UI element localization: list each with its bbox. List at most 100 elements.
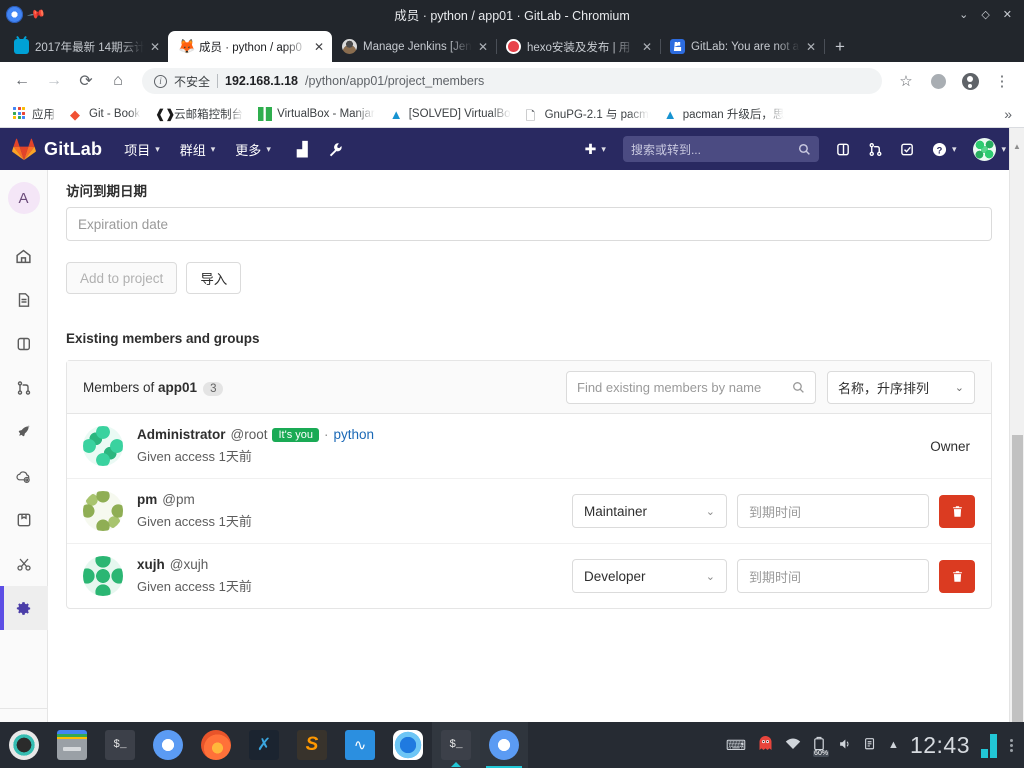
sidebar-item-cicd[interactable] [0, 410, 48, 454]
find-members-input[interactable]: Find existing members by name [566, 370, 816, 404]
extension-icon[interactable] [924, 67, 952, 95]
member-expiration-input[interactable]: 到期时间 [737, 494, 929, 528]
home-button[interactable]: ⌂ [104, 67, 132, 95]
forward-button[interactable]: → [40, 67, 68, 95]
site-info-icon[interactable]: i [154, 74, 167, 88]
clipboard-icon[interactable] [863, 736, 877, 754]
bookmark-solved-virtualbox[interactable]: ▲ [SOLVED] VirtualBo [384, 104, 517, 124]
import-button[interactable]: 导入 [186, 262, 242, 294]
ghost-icon[interactable] [757, 735, 774, 755]
bookmark-apps[interactable]: 应用 [7, 103, 61, 125]
show-hidden-icons[interactable]: ▲ [888, 739, 899, 751]
taskbar-file-manager[interactable] [48, 722, 96, 768]
member-expiration-input[interactable]: 到期时间 [737, 559, 929, 593]
address-bar[interactable]: i 不安全 192.168.1.18 /python/app01/project… [142, 68, 882, 94]
issues-icon[interactable] [836, 142, 851, 157]
volume-icon[interactable] [837, 737, 852, 754]
bookmark-git-book[interactable]: ◆ Git - Book [64, 104, 146, 124]
chrome-menu-button[interactable]: ⋮ [988, 67, 1016, 95]
member-name[interactable]: Administrator [137, 427, 226, 442]
sidebar-item-issues[interactable] [0, 322, 48, 366]
nav-item-groups[interactable]: 群组 ▾ [180, 140, 216, 159]
expiration-date-input[interactable]: Expiration date [66, 207, 992, 241]
new-tab-button[interactable]: + [824, 37, 856, 62]
user-menu[interactable]: ▾ [973, 137, 1006, 161]
tab-close-icon[interactable]: ✕ [150, 41, 160, 53]
nav-item-more[interactable]: 更多 ▾ [235, 140, 271, 159]
bookmark-mail-console[interactable]: ❰❱ 云邮箱控制台 [149, 103, 249, 125]
battery-icon[interactable]: 60% [812, 736, 830, 757]
member-name[interactable]: pm [137, 492, 157, 507]
browser-tab-0[interactable]: 2017年最新 14期云计 ✕ [4, 31, 169, 62]
back-button[interactable]: ← [8, 67, 36, 95]
merge-requests-icon[interactable] [868, 142, 883, 157]
minimize-button[interactable]: ⌄ [959, 8, 968, 21]
sidebar-item-settings[interactable] [0, 586, 48, 630]
close-button[interactable]: ✕ [1003, 8, 1012, 21]
wifi-icon[interactable] [785, 737, 801, 753]
tab-close-icon[interactable]: ✕ [314, 41, 324, 53]
reload-button[interactable]: ⟳ [72, 67, 100, 95]
member-source-link[interactable]: python [334, 427, 375, 442]
taskbar-firefox[interactable] [192, 722, 240, 768]
vertical-scrollbar[interactable]: ▼ [1009, 170, 1024, 748]
taskbar-vscode[interactable]: ✗ [240, 722, 288, 768]
remove-member-button[interactable] [939, 559, 975, 593]
sidebar-item-packages[interactable] [0, 498, 48, 542]
keyboard-icon[interactable]: ⌨ [726, 737, 746, 754]
sidebar-item-snippets[interactable] [0, 542, 48, 586]
bookmark-pacman[interactable]: ▲ pacman 升级后，思 [658, 103, 791, 125]
maximize-button[interactable]: ◇ [981, 8, 989, 21]
tab-close-icon[interactable]: ✕ [642, 41, 652, 53]
profile-avatar[interactable] [956, 67, 984, 95]
taskbar-terminal-window[interactable]: $_ [432, 722, 480, 768]
browser-tab-4[interactable]: GitLab: You are not a ✕ [660, 31, 825, 62]
tab-close-icon[interactable]: ✕ [806, 41, 816, 53]
sidebar-item-repository[interactable] [0, 278, 48, 322]
sort-dropdown[interactable]: 名称，升序排列 ⌄ [827, 370, 975, 404]
role-dropdown[interactable]: Maintainer ⌄ [572, 494, 727, 528]
taskbar-system-monitor[interactable]: ∿ [336, 722, 384, 768]
taskbar-sublime[interactable]: S [288, 722, 336, 768]
add-to-project-button[interactable]: Add to project [66, 262, 178, 294]
bookmark-star-icon[interactable]: ☆ [892, 67, 920, 95]
gitlab-logo[interactable]: GitLab [12, 138, 102, 161]
taskbar-manjaro-menu[interactable] [0, 722, 48, 768]
browser-tab-1[interactable]: 🦊 成员 · python / app0 ✕ [168, 31, 332, 62]
todos-icon[interactable] [900, 142, 915, 157]
search-input[interactable]: 搜索或转到... [622, 136, 819, 162]
taskbar-postman[interactable] [384, 722, 432, 768]
network-graph-icon[interactable] [981, 732, 997, 758]
role-dropdown[interactable]: Developer ⌄ [572, 559, 727, 593]
tab-close-icon[interactable]: ✕ [478, 41, 488, 53]
bookmarks-overflow-button[interactable]: » [1004, 106, 1017, 122]
browser-tab-3[interactable]: hexo安装及发布 | 用 ✕ [496, 31, 661, 62]
sidebar-item-merge-requests[interactable] [0, 366, 48, 410]
clock[interactable]: 12:43 [910, 732, 970, 759]
member-handle: @pm [162, 492, 195, 507]
tray-menu-button[interactable] [1008, 738, 1013, 752]
scrollbar-thumb[interactable] [1012, 435, 1023, 735]
scroll-up-arrow[interactable]: ▲ [1010, 142, 1024, 151]
member-access-text: Given access 1天前 [137, 579, 252, 594]
remove-member-button[interactable] [939, 494, 975, 528]
taskbar-terminal[interactable]: $_ [96, 722, 144, 768]
bookmark-virtualbox[interactable]: VirtualBox - Manjar [252, 104, 381, 124]
wrench-icon[interactable] [328, 142, 343, 157]
project-avatar[interactable]: A [7, 182, 40, 214]
members-filters: Find existing members by name 名称，升序排列 ⌄ [566, 370, 975, 404]
sidebar-item-project-overview[interactable] [0, 234, 48, 278]
browser-tab-2[interactable]: Manage Jenkins [Jen ✕ [332, 31, 497, 62]
taskbar-chromium-window[interactable] [480, 722, 528, 768]
pin-icon[interactable]: 📌 [26, 4, 46, 24]
nav-item-projects[interactable]: 项目 ▾ [124, 140, 160, 159]
taskbar-chromium[interactable] [144, 722, 192, 768]
help-dropdown[interactable]: ? ▾ [932, 142, 956, 157]
activity-chart-icon[interactable]: ▟ [297, 141, 308, 158]
sidebar-item-operations[interactable] [0, 454, 48, 498]
member-name[interactable]: xujh [137, 557, 165, 572]
trash-icon [952, 570, 962, 582]
new-dropdown[interactable]: ✚ ▾ [585, 141, 606, 158]
bookmark-gnupg[interactable]: 🗋 GnuPG-2.1 与 pacm [520, 103, 655, 125]
url-path: /python/app01/project_members [305, 74, 485, 88]
